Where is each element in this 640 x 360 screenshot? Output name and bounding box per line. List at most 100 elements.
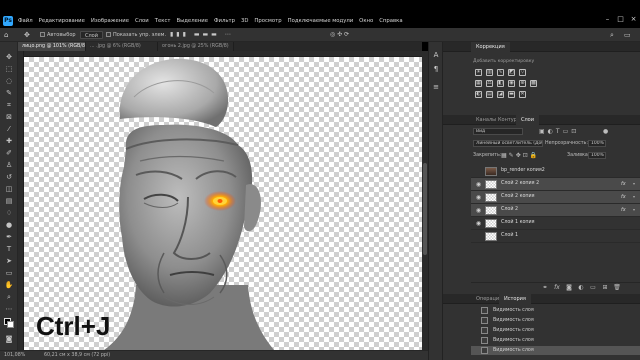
move-tool-icon[interactable]: ✥ xyxy=(24,31,30,39)
menu-select[interactable]: Выделение xyxy=(176,18,208,24)
color-swatches-icon[interactable] xyxy=(4,318,14,328)
exposure-icon[interactable]: ◩ xyxy=(508,69,515,76)
3d-mode-icon[interactable]: ◎ ✣ ⟳ xyxy=(330,31,349,39)
hue-saturation-icon[interactable]: ▦ xyxy=(475,80,482,87)
scrollbar-thumb[interactable] xyxy=(423,163,427,255)
maximize-icon[interactable]: □ xyxy=(617,16,624,23)
threshold-icon[interactable]: ◪ xyxy=(497,91,504,98)
workspace-icon[interactable]: ▭ xyxy=(624,31,631,39)
brush-icon[interactable]: ✐ xyxy=(4,148,14,158)
selective-color-icon[interactable]: ✕ xyxy=(519,91,526,98)
tab-doc-3[interactable]: огонь 2.jpg @ 25% (RGB/8) xyxy=(158,42,234,51)
photo-filter-icon[interactable]: ◉ xyxy=(508,80,515,87)
crop-icon[interactable]: ⌗ xyxy=(4,100,14,110)
layer-row[interactable]: ◉ Слой 2 fx ▾ xyxy=(471,204,640,217)
close-icon[interactable]: × xyxy=(630,16,637,23)
menu-plugins[interactable]: Подключаемые модули xyxy=(288,18,354,24)
blend-mode-select[interactable]: Линейный осветлитель (Добавл... xyxy=(473,140,543,147)
layer-effects-badge[interactable]: fx xyxy=(621,194,626,200)
tab-doc-2[interactable]: ... .jpg @ 6% (RGB/8) xyxy=(86,42,158,51)
tab-history[interactable]: История xyxy=(499,294,531,304)
eraser-icon[interactable]: ◫ xyxy=(4,184,14,194)
color-lookup-icon[interactable]: ▩ xyxy=(530,80,537,87)
eyedropper-icon[interactable]: ⁄ xyxy=(4,124,14,134)
tab-adjustments[interactable]: Коррекция xyxy=(471,42,510,52)
gradient-icon[interactable]: ▤ xyxy=(4,196,14,206)
history-brush-icon[interactable]: ↺ xyxy=(4,172,14,182)
menu-3d[interactable]: 3D xyxy=(241,18,248,24)
show-controls-checkbox[interactable] xyxy=(106,32,111,37)
blur-icon[interactable]: ♢ xyxy=(4,208,14,218)
eye-icon[interactable]: ◉ xyxy=(475,194,482,201)
visibility-toggle-icon[interactable] xyxy=(475,168,482,175)
channel-mixer-icon[interactable]: ⊕ xyxy=(519,80,526,87)
add-style-icon[interactable]: fx xyxy=(553,284,561,292)
link-layers-icon[interactable]: ⚭ xyxy=(541,284,549,292)
opacity-field[interactable]: 100% xyxy=(588,140,606,147)
layer-row[interactable]: ◉ Слой 2 копия fx ▾ xyxy=(471,191,640,204)
paragraph-panel-icon[interactable]: ¶ xyxy=(431,64,441,74)
tab-layers[interactable]: Слои xyxy=(516,115,539,125)
quick-mask-icon[interactable]: ◙ xyxy=(4,334,14,344)
gradient-map-icon[interactable]: ▬ xyxy=(508,91,515,98)
vibrance-icon[interactable]: ▽ xyxy=(519,69,526,76)
layer-row[interactable]: ◉ Слой 2 копия 2 fx ▾ xyxy=(471,178,640,191)
layer-effects-badge[interactable]: fx xyxy=(621,181,626,187)
history-item[interactable]: Видимость слоя xyxy=(471,346,640,355)
lasso-icon[interactable]: ◌ xyxy=(4,76,14,86)
home-icon[interactable]: ⌂ xyxy=(4,31,8,39)
shape-icon[interactable]: ▭ xyxy=(4,268,14,278)
expand-effects-icon[interactable]: ▾ xyxy=(633,194,635,199)
curves-icon[interactable]: ∿ xyxy=(497,69,504,76)
marquee-icon[interactable]: ⬚ xyxy=(4,64,14,74)
frame-icon[interactable]: ⊠ xyxy=(4,112,14,122)
add-mask-icon[interactable]: ◙ xyxy=(565,284,573,292)
zoom-icon[interactable]: ⌕ xyxy=(4,292,14,302)
invert-icon[interactable]: ◐ xyxy=(475,91,482,98)
layer-filter-select[interactable]: Вид xyxy=(473,128,523,135)
fill-field[interactable]: 100% xyxy=(588,152,606,159)
menu-view[interactable]: Просмотр xyxy=(254,18,281,24)
history-item[interactable]: Видимость слоя xyxy=(471,336,640,345)
healing-brush-icon[interactable]: ✚ xyxy=(4,136,14,146)
layer-effects-badge[interactable]: fx xyxy=(621,207,626,213)
path-select-icon[interactable]: ➤ xyxy=(4,256,14,266)
color-balance-icon[interactable]: ⚖ xyxy=(486,80,493,87)
layer-row[interactable]: Слой 1 xyxy=(471,230,640,243)
layer-filter-icons[interactable]: ▣◐T▭⊡ xyxy=(539,128,579,135)
adjustment-layer-icon[interactable]: ◐ xyxy=(577,284,585,292)
eye-icon[interactable]: ◉ xyxy=(475,207,482,214)
eye-icon[interactable]: ◉ xyxy=(475,181,482,188)
type-icon[interactable]: T xyxy=(4,244,14,254)
pen-icon[interactable]: ✒ xyxy=(4,232,14,242)
filter-toggle-icon[interactable]: ● xyxy=(603,128,608,135)
black-white-icon[interactable]: ◧ xyxy=(497,80,504,87)
align-icons[interactable]: ▮▮▮ ▬▬▬ ⋯ xyxy=(170,31,234,39)
menu-edit[interactable]: Редактирование xyxy=(39,18,85,24)
eye-icon[interactable]: ◉ xyxy=(475,220,482,227)
menu-filter[interactable]: Фильтр xyxy=(214,18,235,24)
new-layer-icon[interactable]: ⊞ xyxy=(601,284,609,292)
minimize-icon[interactable]: – xyxy=(604,16,611,23)
menu-type[interactable]: Текст xyxy=(155,18,171,24)
tab-doc-1[interactable]: лицо.png @ 101% (RGB/8) * xyxy=(18,42,86,51)
autoselect-checkbox[interactable] xyxy=(40,32,45,37)
menu-file[interactable]: Файл xyxy=(18,18,33,24)
move-icon[interactable]: ✥ xyxy=(4,52,14,62)
clone-stamp-icon[interactable]: ♙ xyxy=(4,160,14,170)
search-icon[interactable]: ⌕ xyxy=(610,31,614,39)
menu-help[interactable]: Справка xyxy=(379,18,402,24)
new-group-icon[interactable]: ▭ xyxy=(589,284,597,292)
menu-layers[interactable]: Слои xyxy=(135,18,149,24)
history-item[interactable]: Видимость слоя xyxy=(471,306,640,315)
character-panel-icon[interactable]: A xyxy=(431,50,441,60)
menu-window[interactable]: Окно xyxy=(359,18,373,24)
history-item[interactable]: Видимость слоя xyxy=(471,316,640,325)
expand-effects-icon[interactable]: ▾ xyxy=(633,181,635,186)
properties-panel-icon[interactable]: ≡ xyxy=(431,82,441,92)
hand-icon[interactable]: ✋ xyxy=(4,280,14,290)
quick-select-icon[interactable]: ✎ xyxy=(4,88,14,98)
zoom-level[interactable]: 101,08% xyxy=(4,353,25,358)
expand-effects-icon[interactable]: ▾ xyxy=(633,207,635,212)
autoselect-target-select[interactable]: Слой xyxy=(80,31,103,39)
